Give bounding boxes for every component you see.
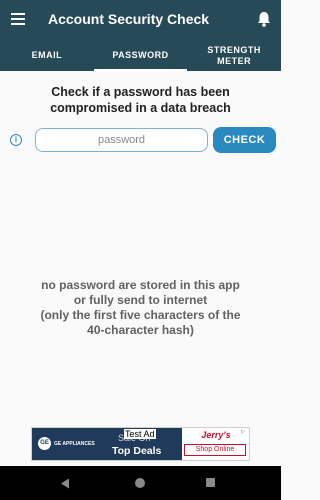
privacy-note-line-1: no password are stored in this app: [41, 278, 240, 292]
info-icon[interactable]: i: [10, 134, 22, 146]
tab-strength-meter[interactable]: Strength Meter: [187, 40, 281, 71]
ad-banner[interactable]: GE GE APPLIANCES Sale On Test Ad Top Dea…: [31, 427, 250, 461]
privacy-note-line-2: or fully send to internet: [73, 293, 208, 307]
app-bar: Account Security Check: [0, 0, 281, 40]
bell-icon[interactable]: [257, 11, 271, 27]
tab-email[interactable]: Email: [0, 40, 94, 71]
recents-square-icon[interactable]: [206, 478, 215, 487]
ad-test-label: Test Ad: [124, 429, 156, 439]
password-input[interactable]: [35, 128, 208, 152]
system-nav-bar: [0, 466, 281, 500]
tab-password[interactable]: Password: [93, 40, 188, 71]
ad-choices-icon[interactable]: ▷: [241, 429, 248, 436]
ad-brand-panel: Jerry's Shop Online: [184, 430, 248, 458]
hamburger-menu-icon[interactable]: [11, 13, 25, 25]
page-heading: Check if a password has been compromised…: [50, 85, 231, 115]
back-triangle-icon[interactable]: [60, 478, 70, 489]
app-title: Account Security Check: [48, 11, 210, 27]
tab-password-label: Password: [112, 50, 169, 60]
home-circle-icon[interactable]: [135, 478, 145, 488]
ad-cta-button[interactable]: Shop Online: [184, 444, 246, 456]
check-button[interactable]: CHECK: [213, 127, 276, 153]
privacy-note-line-4: 40-character hash): [87, 323, 194, 337]
tab-bar: Email Password Strength Meter: [0, 40, 281, 71]
ad-headline: Top Deals: [112, 445, 162, 457]
tab-strength-meter-label: Strength Meter: [207, 44, 261, 66]
ge-logo: GE: [38, 437, 51, 450]
ad-advertiser: GE APPLIANCES: [54, 441, 95, 447]
privacy-note-line-3: (only the first five characters of the: [40, 308, 241, 322]
ad-advertiser-panel: GE GE APPLIANCES: [32, 428, 112, 460]
privacy-note: no password are stored in this app or fu…: [15, 278, 266, 338]
ad-brand: Jerry's: [201, 430, 231, 440]
ad-headline-panel: Sale On Test Ad Top Deals: [112, 428, 182, 460]
tab-email-label: Email: [31, 50, 63, 60]
